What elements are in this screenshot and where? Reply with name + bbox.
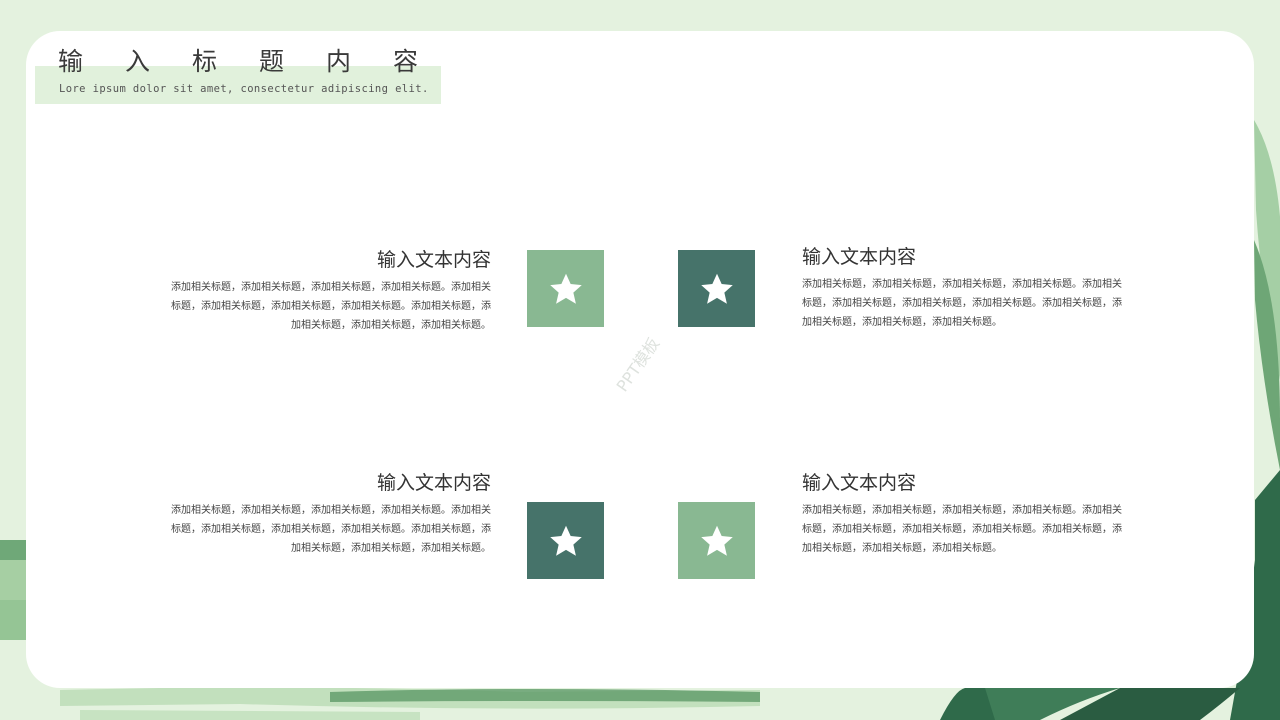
page-title: 输入标题内容	[58, 47, 461, 76]
item-heading: 输入文本内容	[376, 472, 491, 494]
star-icon	[700, 525, 733, 556]
item-body: 添加相关标题，添加相关标题，添加相关标题，添加相关标题。添加相关标题，添加相关标…	[802, 279, 1122, 328]
item-body: 添加相关标题，添加相关标题，添加相关标题，添加相关标题。添加相关标题，添加相关标…	[802, 505, 1122, 554]
star-tile-2	[678, 250, 755, 327]
text-item-top-right: 输入文本内容 添加相关标题，添加相关标题，添加相关标题，添加相关标题。添加相关标…	[802, 244, 1122, 332]
star-tile-3	[527, 502, 604, 579]
page-subtitle: Lore ipsum dolor sit amet, consectetur a…	[59, 83, 429, 95]
item-heading: 输入文本内容	[802, 246, 917, 268]
star-tile-4	[678, 502, 755, 579]
star-icon	[549, 525, 582, 556]
star-icon	[549, 273, 582, 304]
text-item-bottom-right: 输入文本内容 添加相关标题，添加相关标题，添加相关标题，添加相关标题。添加相关标…	[802, 470, 1122, 558]
item-body: 添加相关标题，添加相关标题，添加相关标题，添加相关标题。添加相关标题，添加相关标…	[171, 505, 491, 554]
star-tile-1	[527, 250, 604, 327]
item-body: 添加相关标题，添加相关标题，添加相关标题，添加相关标题。添加相关标题，添加相关标…	[171, 282, 491, 331]
item-heading: 输入文本内容	[802, 472, 917, 494]
text-item-bottom-left: 输入文本内容 添加相关标题，添加相关标题，添加相关标题，添加相关标题。添加相关标…	[171, 470, 491, 558]
text-item-top-left: 输入文本内容 添加相关标题，添加相关标题，添加相关标题，添加相关标题。添加相关标…	[171, 247, 491, 335]
item-heading: 输入文本内容	[376, 249, 491, 271]
star-icon	[700, 273, 733, 304]
